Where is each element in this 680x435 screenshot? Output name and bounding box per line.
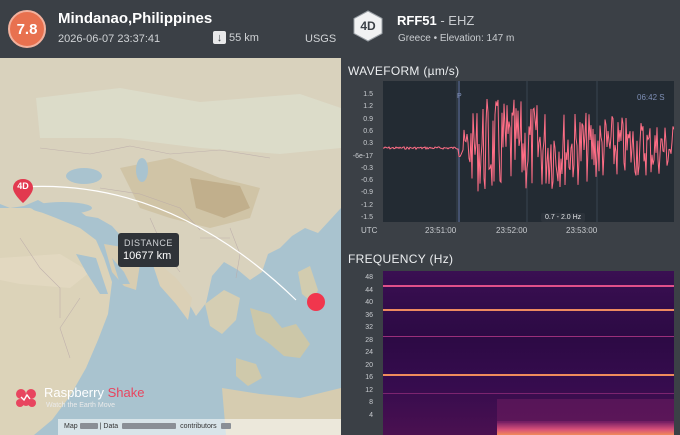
spectrogram-low-energy: [497, 421, 674, 435]
waveform-y-tick: 1.2: [363, 103, 373, 111]
attribution-link[interactable]: [79, 423, 98, 430]
distance-value: 10677 km: [123, 250, 172, 262]
spectrogram-title: FREQUENCY (Hz): [348, 252, 454, 266]
station-network-badge: 4D: [353, 10, 383, 42]
spectrogram-band: [383, 336, 674, 337]
distance-label: DISTANCE: [124, 238, 173, 248]
quake-location: Mindanao,Philippines: [58, 10, 213, 27]
raspberry-icon: [16, 389, 36, 407]
spectrogram-band: [383, 285, 674, 287]
spectrogram-y-tick: 4: [369, 411, 373, 419]
waveform-y-tick: -1.5: [360, 214, 373, 221]
attribution-link[interactable]: [122, 423, 177, 430]
waveform-canvas: [382, 81, 675, 222]
waveform-x-tick: UTC: [361, 226, 378, 235]
waveform-y-tick: -1.2: [360, 201, 373, 209]
spectrogram-y-tick: 40: [365, 299, 373, 306]
spectrogram-y-tick: 24: [365, 349, 373, 356]
spectrogram-y-tick: 48: [365, 274, 373, 281]
spectrogram-y-tick: 28: [365, 336, 373, 344]
spectrogram-y-tick: 16: [365, 374, 373, 381]
arrow-down-icon: ↓: [213, 31, 226, 44]
filter-label: 0.7 - 2.0 Hz: [541, 213, 586, 222]
station-pin-label: 4D: [17, 181, 29, 191]
spectrogram-y-tick: 12: [365, 386, 373, 394]
brand-tagline: Watch the Earth Move: [46, 402, 115, 409]
quake-header[interactable]: 7.8 Mindanao,Philippines 2026-06-07 23:3…: [0, 0, 341, 58]
spectrogram-y-tick: 8: [369, 399, 373, 406]
event-panel: 7.8 Mindanao,Philippines 2026-06-07 23:3…: [0, 0, 341, 435]
world-map[interactable]: DISTANCE 10677 km 4D Raspberry Shake Wat…: [0, 58, 341, 435]
spectrogram-y-tick: 36: [365, 311, 373, 319]
waveform-y-tick: 1.5: [363, 91, 373, 98]
station-code: RFF51 - EHZ: [397, 13, 475, 28]
station-map-pin[interactable]: 4D: [12, 178, 34, 203]
p-wave-marker: P: [457, 93, 462, 100]
spectrogram-band: [383, 309, 674, 311]
spectrogram-y-tick: 32: [365, 324, 373, 331]
spectrogram-band: [383, 374, 674, 376]
waveform-y-tick: -0.9: [360, 189, 373, 197]
station-panel: 4D RFF51 - EHZ Greece • Elevation: 147 m…: [341, 0, 680, 435]
waveform-y-tick: -0.6: [360, 177, 373, 185]
waveform-time-marker: 06:42 S: [637, 93, 665, 102]
quake-depth: ↓ 55 km: [213, 31, 259, 44]
spectrogram-y-tick: 20: [365, 361, 373, 369]
spectrogram-band: [383, 393, 674, 394]
map-attribution: Map | Data contributors: [58, 419, 341, 435]
distance-box: DISTANCE 10677 km: [118, 233, 179, 267]
depth-value: 55 km: [229, 31, 259, 44]
spectrogram-low-energy: [497, 399, 674, 423]
waveform-trace: [382, 98, 675, 192]
waveform-y-tick: -0.3: [360, 164, 373, 172]
waveform-x-tick: 23:51:00: [425, 226, 457, 235]
waveform-y-tick: 0.9: [363, 115, 373, 123]
station-location: Greece • Elevation: 147 m: [398, 33, 515, 44]
spectrogram-y-tick: 44: [365, 286, 373, 294]
attribution-link[interactable]: [220, 423, 231, 430]
waveform-y-tick: 0.3: [363, 140, 373, 148]
waveform-x-tick: 23:53:00: [566, 226, 598, 235]
quake-time: 2026-06-07 23:37:41: [58, 33, 161, 45]
spectrogram-plot[interactable]: [383, 271, 674, 435]
waveform-x-tick: 23:52:00: [496, 226, 528, 235]
brand-name: Raspberry Shake: [44, 385, 145, 400]
waveform-y-tick: 0.6: [363, 127, 373, 135]
waveform-plot[interactable]: P 06:42 S 0.7 - 2.0 Hz: [382, 81, 675, 222]
waveform-title: WAVEFORM (µm/s): [348, 64, 460, 78]
magnitude-badge: 7.8: [8, 10, 46, 48]
data-source: USGS: [305, 33, 337, 45]
waveform-y-tick: -6e-17: [352, 152, 373, 160]
